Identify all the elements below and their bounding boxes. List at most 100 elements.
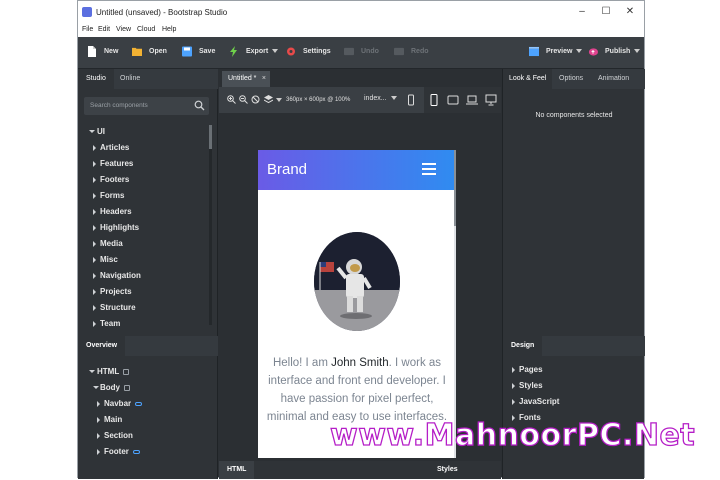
gear-icon	[287, 47, 295, 56]
app-icon	[82, 7, 92, 17]
tree-item-articles[interactable]: Articles	[78, 141, 208, 155]
overview-item-navbar[interactable]: Navbar	[78, 397, 208, 411]
resolution-label[interactable]: 360px × 600px @ 100%	[286, 97, 350, 103]
desktop-icon[interactable]	[485, 94, 497, 106]
tab-look-and-feel[interactable]: Look & Feel	[503, 69, 553, 89]
navbar-brand[interactable]: Brand	[267, 161, 307, 178]
save-icon	[182, 46, 192, 57]
undo-label: Undo	[361, 48, 379, 55]
tab-overview[interactable]: Overview	[78, 336, 126, 356]
menu-help[interactable]: Help	[162, 26, 176, 33]
tree-item-media[interactable]: Media	[78, 237, 208, 251]
preview-navbar[interactable]: Brand	[258, 150, 456, 190]
component-search[interactable]: Search components	[84, 97, 209, 115]
astronaut-photo	[314, 232, 400, 331]
design-item-pages[interactable]: Pages	[503, 363, 633, 377]
overview-item-footer[interactable]: Footer	[78, 445, 208, 459]
overview-tabbar: Overview	[78, 336, 218, 356]
cloud-upload-icon	[588, 48, 598, 56]
main-toolbar: New Open Save Export Settings Undo Redo	[78, 37, 644, 69]
lock-icon	[123, 368, 130, 375]
tree-item-forms[interactable]: Forms	[78, 189, 208, 203]
tree-item-navigation[interactable]: Navigation	[78, 269, 208, 283]
overview-item-main[interactable]: Main	[78, 413, 208, 427]
tab-untitled[interactable]: Untitled * ×	[222, 71, 270, 87]
search-input[interactable]: Search components	[90, 102, 148, 109]
components-scrollbar[interactable]	[209, 125, 212, 325]
maximize-button[interactable]: ☐	[596, 5, 616, 19]
no-selection-message: No components selected	[535, 112, 613, 119]
export-label: Export	[246, 48, 279, 55]
page-select[interactable]: index...	[364, 95, 397, 102]
close-button[interactable]: ✕	[620, 5, 640, 19]
tab-design[interactable]: Design	[503, 336, 543, 356]
tree-item-ui[interactable]: UI	[78, 125, 208, 139]
preview-label: Preview	[546, 48, 583, 55]
redo-label: Redo	[411, 48, 429, 55]
zoom-in-icon[interactable]	[227, 95, 236, 104]
tab-options[interactable]: Options	[553, 69, 589, 89]
link-icon	[135, 401, 143, 406]
tree-item-projects[interactable]: Projects	[78, 285, 208, 299]
lightning-icon	[230, 46, 237, 57]
app-window: Untitled (unsaved) - Bootstrap Studio – …	[77, 0, 645, 479]
tree-item-structure[interactable]: Structure	[78, 301, 208, 315]
lock-icon	[124, 384, 130, 391]
disable-icon[interactable]	[251, 95, 260, 104]
phone-device-icon[interactable]	[405, 94, 417, 106]
tab-online[interactable]: Online	[112, 69, 148, 89]
device-preview[interactable]: Brand Hello! I am John Smith. I work as …	[258, 150, 456, 458]
doc-tab-label: Untitled *	[228, 75, 257, 82]
tree-item-highlights[interactable]: Highlights	[78, 221, 208, 235]
device-toggle-group	[424, 87, 501, 113]
tab-studio[interactable]: Studio	[78, 69, 114, 89]
layers-caret-icon[interactable]	[276, 98, 282, 102]
settings-label: Settings	[303, 48, 331, 55]
overview-item-body[interactable]: Body	[78, 381, 208, 395]
design-item-javascript[interactable]: JavaScript	[503, 395, 633, 409]
undo-icon	[344, 47, 354, 56]
right-panel-tabs: Look & Feel Options Animation	[503, 69, 645, 89]
menu-file[interactable]: File	[82, 26, 93, 33]
folder-icon	[132, 47, 142, 57]
overview-item-section[interactable]: Section	[78, 429, 208, 443]
phone-portrait-icon[interactable]	[428, 94, 440, 106]
search-icon	[194, 100, 205, 111]
zoom-out-icon[interactable]	[239, 95, 248, 104]
layers-icon[interactable]	[264, 95, 273, 104]
publish-label: Publish	[605, 48, 641, 55]
close-tab-icon[interactable]: ×	[262, 71, 266, 87]
menu-edit[interactable]: Edit	[98, 26, 110, 33]
minimize-button[interactable]: –	[572, 5, 592, 19]
tab-html[interactable]: HTML	[219, 461, 255, 479]
tree-item-footers[interactable]: Footers	[78, 173, 208, 187]
link-icon	[132, 449, 140, 454]
preview-scrollbar[interactable]	[454, 150, 456, 458]
preview-icon	[529, 46, 539, 57]
menu-bar: File Edit View Cloud Help	[78, 23, 644, 37]
menu-view[interactable]: View	[116, 26, 131, 33]
window-title: Untitled (unsaved) - Bootstrap Studio	[96, 8, 228, 17]
overview-item-html[interactable]: HTML	[78, 365, 208, 379]
tree-item-features[interactable]: Features	[78, 157, 208, 171]
document-tabs: Untitled * ×	[219, 69, 501, 87]
left-panel-tabs: Studio Online	[78, 69, 218, 89]
new-label: New	[104, 48, 119, 55]
hamburger-icon[interactable]	[422, 162, 436, 176]
watermark: www.MahnoorPC.Net	[329, 417, 696, 453]
tree-item-headers[interactable]: Headers	[78, 205, 208, 219]
tree-item-misc[interactable]: Misc	[78, 253, 208, 267]
tab-animation[interactable]: Animation	[592, 69, 635, 89]
save-label: Save	[199, 48, 216, 55]
design-tabbar: Design	[503, 336, 645, 356]
redo-icon	[394, 47, 404, 56]
title-bar: Untitled (unsaved) - Bootstrap Studio – …	[78, 1, 644, 23]
tablet-icon[interactable]	[447, 94, 459, 106]
bio-text[interactable]: Hello! I am John Smith. I work as interf…	[266, 354, 448, 426]
bio-name: John Smith	[331, 357, 389, 369]
menu-cloud[interactable]: Cloud	[137, 26, 155, 33]
left-panel: Studio Online Search components UI Artic…	[78, 69, 218, 479]
design-item-styles[interactable]: Styles	[503, 379, 633, 393]
laptop-icon[interactable]	[466, 94, 478, 106]
tree-item-team[interactable]: Team	[78, 317, 208, 331]
